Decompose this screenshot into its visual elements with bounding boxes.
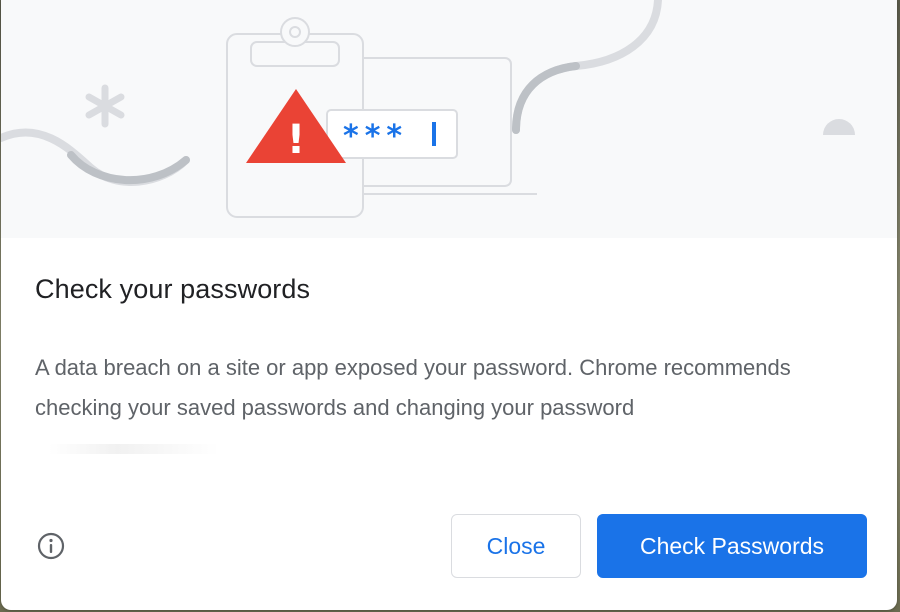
- check-passwords-button[interactable]: Check Passwords: [597, 514, 867, 578]
- password-check-dialog: *** ! Check your passwords A data breach…: [1, 0, 897, 610]
- deco-curve-right-dark: [512, 62, 580, 134]
- redacted-text: [49, 444, 219, 455]
- text-cursor: [432, 122, 436, 146]
- asterisk-decoration: [85, 84, 125, 128]
- deco-curve-right: [512, 0, 662, 134]
- dialog-body-text: A data breach on a site or app exposed y…: [35, 355, 791, 420]
- hero-illustration: *** !: [1, 0, 897, 238]
- dialog-title: Check your passwords: [35, 274, 311, 304]
- info-icon[interactable]: [35, 530, 67, 562]
- close-button[interactable]: Close: [451, 514, 581, 578]
- semicircle-decoration: [823, 119, 855, 135]
- masked-password-text: ***: [343, 119, 408, 154]
- warning-exclamation: !: [287, 117, 305, 163]
- info-icon-glyph: [37, 532, 65, 560]
- dialog-body: A data breach on a site or app exposed y…: [35, 348, 795, 468]
- illustration-canvas: *** !: [1, 0, 855, 218]
